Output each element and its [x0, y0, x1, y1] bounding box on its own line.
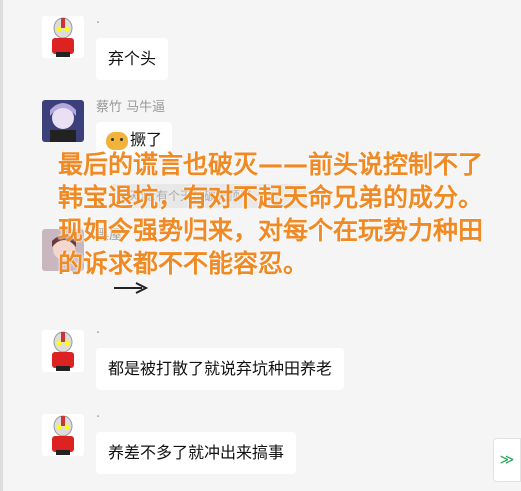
message-1-bubble[interactable]: 弃个头 [96, 38, 169, 80]
avatar-ultraman[interactable] [42, 330, 84, 372]
overlay-line-2: 现如今强势归来，对每个在玩势力种田的诉求都不不能容忍。 [58, 216, 484, 278]
overlay-commentary: 最后的谎言也破灭——前头说控制不了韩宝退坑，有对不起天命兄弟的成分。 现如今强势… [58, 148, 498, 280]
message-5-nick: · [96, 410, 101, 425]
message-4-nick: · [96, 326, 101, 341]
left-edge-bar [0, 0, 3, 491]
message-1-nick: · [96, 16, 101, 31]
message-5-bubble[interactable]: 养差不多了就冲出来搞事 [96, 432, 297, 474]
message-2-nick: 蔡竹 马牛逼 [96, 100, 166, 115]
cat-emoji-icon [106, 131, 128, 150]
avatar-anime-boy[interactable] [42, 100, 84, 142]
scroll-to-bottom-button[interactable]: ≫ [493, 438, 521, 482]
avatar-ultraman[interactable] [42, 16, 84, 58]
message-2-text: 撅了 [130, 130, 163, 149]
overlay-line-1: 最后的谎言也破灭——前头说控制不了韩宝退坑，有对不起天命兄弟的成分。 [58, 150, 484, 212]
scribble-arrow-icon [114, 282, 149, 294]
avatar-ultraman[interactable] [42, 414, 84, 456]
message-4-bubble[interactable]: 都是被打散了就说弃坑种田养老 [96, 348, 345, 390]
